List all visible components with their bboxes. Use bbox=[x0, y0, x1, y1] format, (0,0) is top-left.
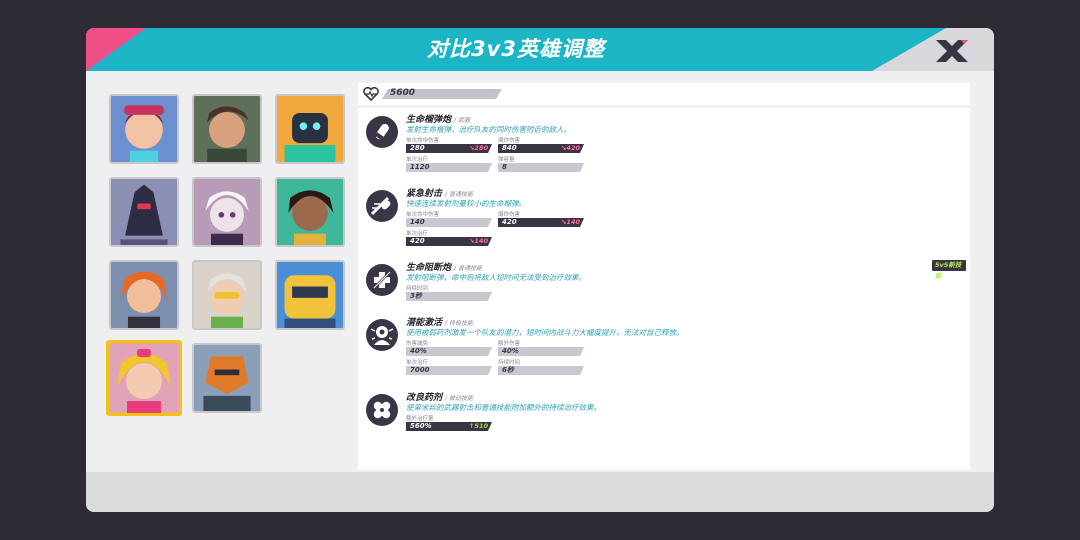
skill-1-stat-1: 单次命中伤害 280 ↘280 bbox=[406, 136, 496, 156]
skill-desc-3: 发射阻断弹，命中后将敌人短时间无法受到治疗效果。 bbox=[406, 273, 586, 282]
page-title: 对比3v3英雄调整 bbox=[427, 37, 605, 61]
skill-desc-2: 快速连续发射剂量较小的生命榴弹。 bbox=[406, 199, 526, 208]
skill-desc-5: 使第米丝的武器射击和普通技能附加额外的持续治疗效果。 bbox=[406, 403, 601, 412]
hero-2-portrait-icon bbox=[194, 96, 260, 162]
skill-icon-4 bbox=[366, 319, 398, 351]
hero-portrait-1[interactable] bbox=[109, 94, 179, 164]
hero-portrait-9[interactable] bbox=[275, 260, 345, 330]
skill-list: 生命榴弹炮 / 武器 发射生命榴弹，治疗队友的同时伤害附近的敌人。 单次命中伤害 2… bbox=[358, 108, 970, 470]
hero-8-portrait-icon bbox=[194, 262, 260, 328]
close-button[interactable] bbox=[928, 34, 976, 68]
close-icon bbox=[936, 40, 968, 62]
skill-icon-5 bbox=[366, 394, 398, 426]
hero-portrait-10[interactable] bbox=[106, 340, 182, 416]
hero-portrait-6[interactable] bbox=[275, 177, 345, 247]
hero-9-portrait-icon bbox=[277, 262, 343, 328]
hero-1-portrait-icon bbox=[111, 96, 177, 162]
skill-4-stat-3: 单次治疗 7000 bbox=[406, 358, 496, 378]
bandage-icon bbox=[367, 395, 397, 425]
skill-4-stat-1: 伤害减免 40% bbox=[406, 339, 496, 359]
header-bar: 对比3v3英雄调整 bbox=[86, 28, 994, 71]
grenade-icon bbox=[367, 117, 397, 147]
hero-11-portrait-icon bbox=[194, 345, 260, 411]
hero-3-portrait-icon bbox=[277, 96, 343, 162]
hero-7-portrait-icon bbox=[111, 262, 177, 328]
hero-adjustment-panel: 对比3v3英雄调整 5600 生命榴弹炮 / 武器 发射生命榴弹，治疗队友的同时… bbox=[86, 28, 994, 512]
skill-2-stat-2: 爆炸伤害 420 ↘140 bbox=[498, 210, 588, 230]
hero-10-portrait-icon bbox=[109, 343, 179, 413]
skill-4-stat-2: 额外伤害 40% bbox=[498, 339, 588, 359]
skill-5-stat-1: 额外治疗量 560% ↑510 bbox=[406, 414, 496, 434]
skill-icon-1 bbox=[366, 116, 398, 148]
hero-portrait-3[interactable] bbox=[275, 94, 345, 164]
skill-desc-1: 发射生命榴弹，治疗队友的同时伤害附近的敌人。 bbox=[406, 125, 571, 134]
hero-6-portrait-icon bbox=[277, 179, 343, 245]
hero-portrait-4[interactable] bbox=[109, 177, 179, 247]
hero-4-portrait-icon bbox=[111, 179, 177, 245]
new-skill-badge: 5v5新技能 bbox=[932, 260, 966, 280]
skill-1-stat-2: 爆炸伤害 840 ↘420 bbox=[498, 136, 588, 156]
rapid-shot-icon bbox=[367, 191, 397, 221]
skill-2-stat-1: 单次命中伤害 140 bbox=[406, 210, 496, 230]
skill-icon-3 bbox=[366, 264, 398, 296]
heal-block-icon bbox=[367, 265, 397, 295]
skill-1-stat-4: 弹容量 8 bbox=[498, 155, 588, 175]
hero-5-portrait-icon bbox=[194, 179, 260, 245]
skill-desc-4: 使用被弱药剂激发一个队友的潜力，短时间内战斗力大幅度提升，无法对自己释放。 bbox=[406, 328, 684, 337]
skill-2-stat-3: 单次治疗 420 ↘140 bbox=[406, 229, 496, 249]
skill-1-stat-3: 单次治疗 1120 bbox=[406, 155, 496, 175]
hero-portrait-7[interactable] bbox=[109, 260, 179, 330]
skill-3-stat-1: 持续时间 3秒 bbox=[406, 284, 496, 304]
hp-value: 5600 bbox=[390, 88, 416, 98]
potential-activate-icon bbox=[367, 320, 397, 350]
hero-portrait-5[interactable] bbox=[192, 177, 262, 247]
skill-icon-2 bbox=[366, 190, 398, 222]
hero-portrait-2[interactable] bbox=[192, 94, 262, 164]
hero-portrait-11[interactable] bbox=[192, 343, 262, 413]
hp-bar: 5600 bbox=[358, 83, 970, 105]
footer-bar bbox=[86, 472, 994, 512]
heart-health-icon bbox=[363, 87, 379, 101]
skill-4-stat-4: 持续时间 6秒 bbox=[498, 358, 588, 378]
hero-portrait-8[interactable] bbox=[192, 260, 262, 330]
